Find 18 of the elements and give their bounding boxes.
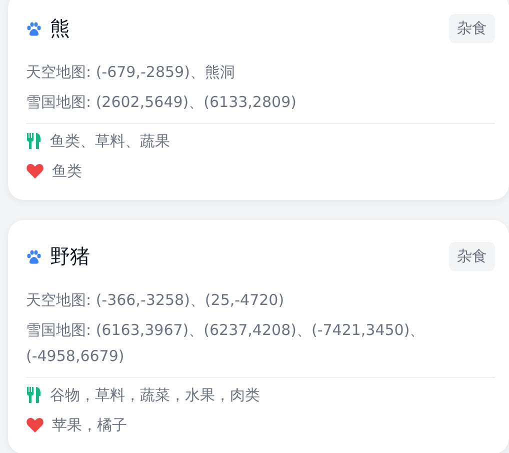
diet-text: 鱼类、草料、蔬果 (50, 131, 170, 152)
diet-type-tag: 杂食 (449, 14, 495, 43)
favorite-food-text: 苹果，橘子 (52, 415, 127, 436)
location-text: 天空地图: (-366,-3258)、(25,-4720) (26, 290, 286, 311)
diet-type-tag: 杂食 (449, 242, 495, 271)
utensils-icon (26, 132, 42, 150)
location-text: 雪国地图: (6163,3967)、(6237,4208)、(-7421,3450)、(-4958,6679) (26, 320, 426, 367)
paw-icon (26, 248, 42, 264)
paw-icon (26, 20, 42, 36)
heart-icon (26, 417, 44, 433)
diet-text: 谷物，草料，蔬菜，水果，肉类 (50, 385, 260, 406)
favorite-food-text: 鱼类 (52, 161, 82, 182)
animal-name: 野猪 (50, 243, 91, 270)
heart-icon (26, 163, 44, 179)
utensils-icon (26, 386, 42, 404)
location-text: 天空地图: (-679,-2859)、熊洞 (26, 62, 236, 83)
location-text: 雪国地图: (2602,5649)、(6133,2809) (26, 92, 298, 113)
animal-name: 熊 (50, 15, 71, 42)
